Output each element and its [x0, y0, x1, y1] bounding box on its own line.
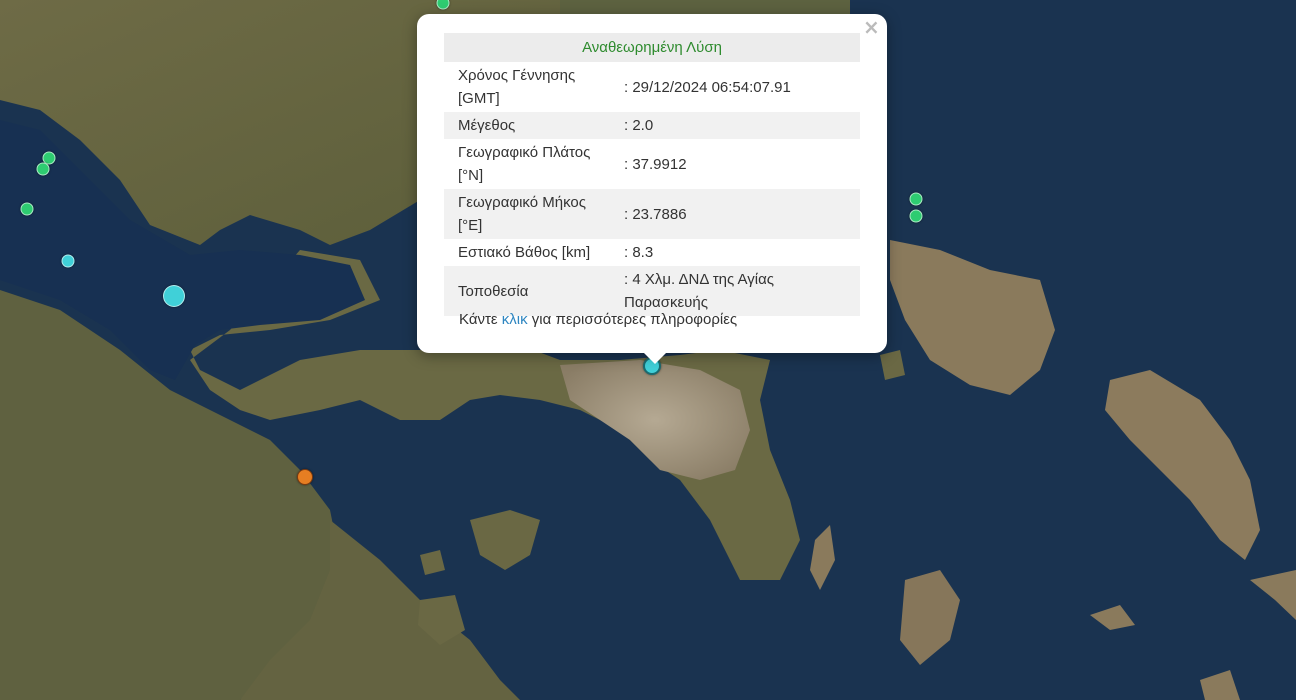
island-small-7	[1200, 670, 1240, 700]
island-small-3	[1250, 570, 1296, 620]
earthquake-marker[interactable]	[909, 209, 923, 223]
popup-title: Αναθεωρημένη Λύση	[444, 33, 860, 62]
more-info-hint: Κάντε κλικ για περισσότερες πληροφορίες	[459, 311, 737, 328]
island-small-2	[1090, 605, 1135, 630]
earthquake-marker[interactable]	[61, 254, 75, 268]
more-info-link[interactable]: κλικ	[502, 311, 528, 328]
earthquake-popup: × Αναθεωρημένη Λύση Χρόνος Γέννησης [GMT…	[417, 14, 887, 353]
row-label: Τοποθεσία	[444, 266, 620, 316]
row-value: : 2.0	[620, 112, 860, 139]
table-row: Μέγεθος : 2.0	[444, 112, 860, 139]
earthquake-marker[interactable]	[163, 285, 185, 307]
island-small-1	[810, 525, 835, 590]
table-row: Τοποθεσία : 4 Χλμ. ΔΝΔ της Αγίας Παρασκε…	[444, 266, 860, 316]
earthquake-marker[interactable]	[20, 202, 34, 216]
island-east	[1105, 370, 1260, 560]
hint-text-before: Κάντε	[459, 311, 502, 328]
earthquake-marker[interactable]	[909, 192, 923, 206]
island-small-6	[880, 350, 905, 380]
table-row: Εστιακό Βάθος [km] : 8.3	[444, 239, 860, 266]
table-row: Γεωγραφικό Πλάτος [°N] : 37.9912	[444, 139, 860, 189]
land-east-peninsula	[890, 240, 1055, 395]
row-value: : 37.9912	[624, 155, 687, 173]
row-value: : 4 Χλμ. ΔΝΔ της Αγίας Παρασκευής	[620, 266, 860, 316]
island-small-5	[420, 550, 445, 575]
earthquake-marker[interactable]	[297, 469, 313, 485]
row-label: Γεωγραφικό Μήκος [°E]	[444, 189, 620, 239]
table-row: Γεωγραφικό Μήκος [°E] : 23.7886	[444, 189, 860, 239]
hint-text-after: για περισσότερες πληροφορίες	[527, 311, 738, 328]
row-label: Εστιακό Βάθος [km]	[458, 244, 591, 261]
island-aegina	[470, 510, 540, 570]
row-label: Μέγεθος	[444, 112, 620, 139]
table-row: Χρόνος Γέννησης [GMT] : 29/12/2024 06:54…	[444, 62, 860, 112]
earthquake-marker[interactable]	[36, 162, 50, 176]
row-value: : 8.3	[624, 244, 654, 261]
close-icon[interactable]: ×	[863, 17, 880, 37]
row-label: Γεωγραφικό Πλάτος [°N]	[458, 144, 591, 184]
popup-tip	[643, 352, 667, 364]
row-value: : 23.7886	[620, 189, 860, 239]
row-value: : 29/12/2024 06:54:07.91	[624, 78, 791, 96]
row-label: Χρόνος Γέννησης [GMT]	[458, 67, 576, 107]
earthquake-info-table: Αναθεωρημένη Λύση Χρόνος Γέννησης [GMT] …	[444, 33, 860, 316]
island-south	[900, 570, 960, 665]
